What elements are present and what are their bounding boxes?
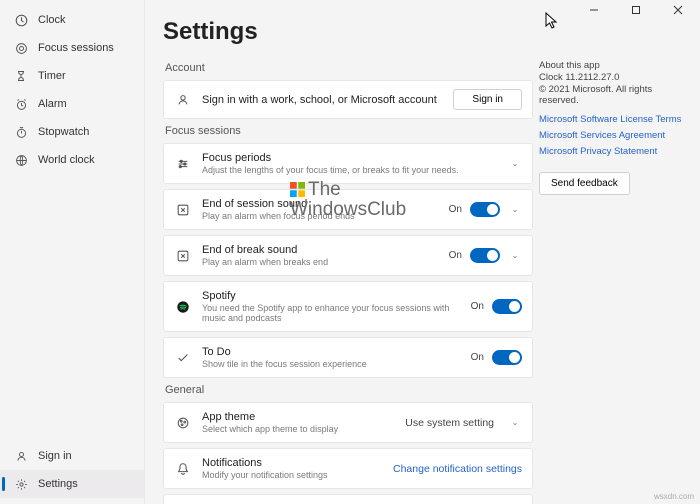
- sound-icon: [174, 247, 192, 265]
- spotify-toggle[interactable]: [492, 299, 522, 314]
- stopwatch-icon: [14, 125, 28, 139]
- todo-icon: [174, 349, 192, 367]
- nav-label: World clock: [38, 154, 95, 166]
- license-link[interactable]: Microsoft Software License Terms: [539, 114, 684, 125]
- page-title: Settings: [163, 18, 533, 46]
- minimize-button[interactable]: [580, 0, 608, 20]
- row-desc: Select which app theme to display: [202, 424, 395, 434]
- row-desc: Adjust the lengths of your focus time, o…: [202, 165, 498, 175]
- target-icon: [14, 41, 28, 55]
- sound-icon: [174, 201, 192, 219]
- toggle-state: On: [449, 204, 462, 215]
- services-link[interactable]: Microsoft Services Agreement: [539, 130, 684, 141]
- nav-label: Alarm: [38, 98, 67, 110]
- bell-icon: [174, 460, 192, 478]
- toggle-state: On: [449, 250, 462, 261]
- spotify-card: Spotify You need the Spotify app to enha…: [163, 281, 533, 332]
- account-prompt: Sign in with a work, school, or Microsof…: [202, 94, 443, 106]
- toggle-state: On: [471, 352, 484, 363]
- notifications-card: Notifications Modify your notification s…: [163, 448, 533, 489]
- send-feedback-button[interactable]: Send feedback: [539, 172, 630, 195]
- sidebar-item-alarm[interactable]: Alarm: [0, 90, 144, 118]
- attribution: wsxdn.com: [654, 492, 694, 501]
- theme-value: Use system setting: [405, 417, 500, 429]
- close-button[interactable]: [664, 0, 692, 20]
- row-title: End of break sound: [202, 244, 439, 256]
- todo-toggle[interactable]: [492, 350, 522, 365]
- section-general: General: [165, 384, 533, 396]
- chevron-down-icon[interactable]: ⌄: [508, 416, 522, 430]
- nav-label: Sign in: [38, 450, 72, 462]
- sidebar: Clock Focus sessions Timer Alarm: [0, 0, 145, 504]
- paint-icon: [174, 414, 192, 432]
- todo-card: To Do Show tile in the focus session exp…: [163, 337, 533, 378]
- sidebar-item-focus-sessions[interactable]: Focus sessions: [0, 34, 144, 62]
- section-focus: Focus sessions: [165, 125, 533, 137]
- gear-icon: [14, 477, 28, 491]
- sidebar-item-world-clock[interactable]: World clock: [0, 146, 144, 174]
- spotify-icon: [174, 298, 192, 316]
- about-version: Clock 11.2112.27.0: [539, 72, 684, 83]
- row-title: To Do: [202, 346, 461, 358]
- app-title: Clock: [38, 14, 66, 26]
- end-session-sound-card: End of session sound Play an alarm when …: [163, 189, 533, 230]
- row-title: Spotify: [202, 290, 461, 302]
- person-icon: [14, 449, 28, 463]
- row-desc: You need the Spotify app to enhance your…: [202, 303, 461, 323]
- settings-content: Settings Account Sign in with a work, sc…: [163, 18, 533, 496]
- row-desc: Play an alarm when breaks end: [202, 257, 439, 267]
- row-desc: Modify your notification settings: [202, 470, 383, 480]
- sliders-icon: [174, 155, 192, 173]
- nav-label: Stopwatch: [38, 126, 89, 138]
- main: Settings Account Sign in with a work, sc…: [145, 0, 700, 504]
- person-icon: [174, 91, 192, 109]
- about-copyright: © 2021 Microsoft. All rights reserved.: [539, 84, 684, 106]
- sidebar-item-stopwatch[interactable]: Stopwatch: [0, 118, 144, 146]
- toggle-state: On: [471, 301, 484, 312]
- row-title: App theme: [202, 411, 395, 423]
- privacy-card: Privacy Your data is stored on your devi…: [163, 494, 533, 504]
- app-theme-card[interactable]: App theme Select which app theme to disp…: [163, 402, 533, 443]
- row-desc: Play an alarm when focus period ends: [202, 211, 439, 221]
- row-title: Notifications: [202, 457, 383, 469]
- row-title: End of session sound: [202, 198, 439, 210]
- chevron-down-icon[interactable]: ⌄: [508, 249, 522, 263]
- about-panel: About this app Clock 11.2112.27.0 © 2021…: [533, 18, 688, 496]
- nav-label: Focus sessions: [38, 42, 114, 54]
- maximize-button[interactable]: [622, 0, 650, 20]
- privacy-link[interactable]: Microsoft Privacy Statement: [539, 146, 684, 157]
- end-session-toggle[interactable]: [470, 202, 500, 217]
- change-notification-link[interactable]: Change notification settings: [393, 463, 522, 475]
- signin-button[interactable]: Sign in: [453, 89, 522, 110]
- sidebar-item-timer[interactable]: Timer: [0, 62, 144, 90]
- alarm-icon: [14, 97, 28, 111]
- window-controls: [572, 0, 700, 20]
- app-title-item[interactable]: Clock: [0, 6, 144, 34]
- globe-icon: [14, 153, 28, 167]
- chevron-down-icon[interactable]: ⌄: [508, 203, 522, 217]
- end-break-sound-card: End of break sound Play an alarm when br…: [163, 235, 533, 276]
- focus-periods-card[interactable]: Focus periods Adjust the lengths of your…: [163, 143, 533, 184]
- sidebar-item-settings[interactable]: Settings: [0, 470, 144, 498]
- row-desc: Show tile in the focus session experienc…: [202, 359, 461, 369]
- end-break-toggle[interactable]: [470, 248, 500, 263]
- section-account: Account: [165, 62, 533, 74]
- sidebar-item-signin[interactable]: Sign in: [0, 442, 144, 470]
- clock-icon: [14, 13, 28, 27]
- chevron-down-icon[interactable]: ⌄: [508, 157, 522, 171]
- account-signin-card: Sign in with a work, school, or Microsof…: [163, 80, 533, 119]
- hourglass-icon: [14, 69, 28, 83]
- nav-label: Timer: [38, 70, 66, 82]
- row-title: Focus periods: [202, 152, 498, 164]
- nav-label: Settings: [38, 478, 78, 490]
- about-header: About this app: [539, 60, 684, 71]
